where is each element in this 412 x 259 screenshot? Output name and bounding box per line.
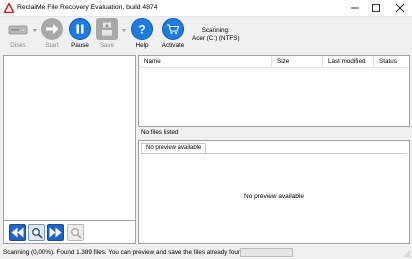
file-list-status: No files listed (138, 127, 410, 138)
disks-button[interactable]: Disks (5, 18, 31, 49)
save-dropdown-arrow-icon[interactable] (122, 29, 126, 32)
save-label: Save (99, 42, 115, 49)
magnifier-icon (31, 227, 43, 239)
toolbar: Disks Start Pause Save ? Help Activate S… (0, 17, 412, 54)
scanning-info: Scanning: Acer (C:) (NTFS) (192, 27, 240, 43)
rewind-icon (11, 227, 24, 238)
scan-progress-bar (240, 248, 293, 257)
shopping-cart-icon (162, 18, 184, 40)
preview-message: No preview available (244, 193, 304, 200)
magnifier-disabled-icon (70, 227, 82, 239)
preview-pane: No preview available No preview availabl… (138, 140, 410, 244)
tab-preview[interactable]: No preview available (141, 143, 207, 153)
disks-label: Disks (10, 42, 26, 49)
title-bar: ReclaiMe File Recovery Evaluation, build… (0, 0, 412, 17)
column-header-status[interactable]: Status (374, 56, 409, 68)
status-text: Scanning (0,00%). Found 1.389 files. You… (3, 249, 247, 256)
scanning-target: Acer (C:) (NTFS) (192, 35, 240, 42)
resize-grip-icon[interactable] (402, 249, 410, 257)
file-list-pane[interactable]: Name Size Last modified Status (138, 55, 410, 127)
disks-dropdown-arrow-icon[interactable] (33, 29, 37, 32)
fast-forward-icon (49, 227, 62, 238)
column-header-name[interactable]: Name (139, 56, 272, 68)
column-header-last-modified[interactable]: Last modified (323, 56, 374, 68)
fast-forward-button[interactable] (47, 224, 64, 241)
status-bar: Scanning (0,00%). Found 1.389 files. You… (0, 246, 412, 259)
reclaime-triangle-icon (4, 3, 14, 13)
help-button[interactable]: ? Help (129, 18, 155, 49)
activate-label: Activate (161, 42, 185, 49)
help-label: Help (135, 42, 149, 49)
disk-drive-icon (7, 18, 29, 40)
pause-icon (69, 18, 91, 40)
activate-button[interactable]: Activate (160, 18, 186, 49)
column-header-size[interactable]: Size (272, 56, 323, 68)
search-button[interactable] (28, 224, 45, 241)
save-floppy-icon (96, 18, 118, 40)
minimize-button[interactable] (343, 0, 366, 16)
search-disabled-button[interactable] (67, 224, 84, 241)
help-question-icon: ? (131, 18, 153, 40)
navigation-toolbar (3, 221, 136, 244)
tab-divider (141, 153, 407, 154)
svg-text:?: ? (138, 23, 145, 37)
maximize-button[interactable] (364, 0, 387, 16)
save-button[interactable]: Save (94, 18, 120, 49)
start-label: Start (45, 42, 59, 49)
scanning-heading: Scanning: (201, 27, 230, 34)
close-button[interactable] (388, 0, 411, 16)
window-title: ReclaiMe File Recovery Evaluation, build… (17, 4, 158, 11)
start-button[interactable]: Start (39, 18, 65, 49)
pause-button[interactable]: Pause (67, 18, 93, 49)
pause-label: Pause (71, 42, 89, 49)
minimize-icon (350, 7, 359, 9)
folder-tree-pane[interactable] (3, 55, 136, 221)
close-icon (395, 4, 404, 12)
maximize-icon (371, 4, 380, 12)
arrow-right-icon (41, 18, 63, 40)
rewind-button[interactable] (9, 224, 26, 241)
